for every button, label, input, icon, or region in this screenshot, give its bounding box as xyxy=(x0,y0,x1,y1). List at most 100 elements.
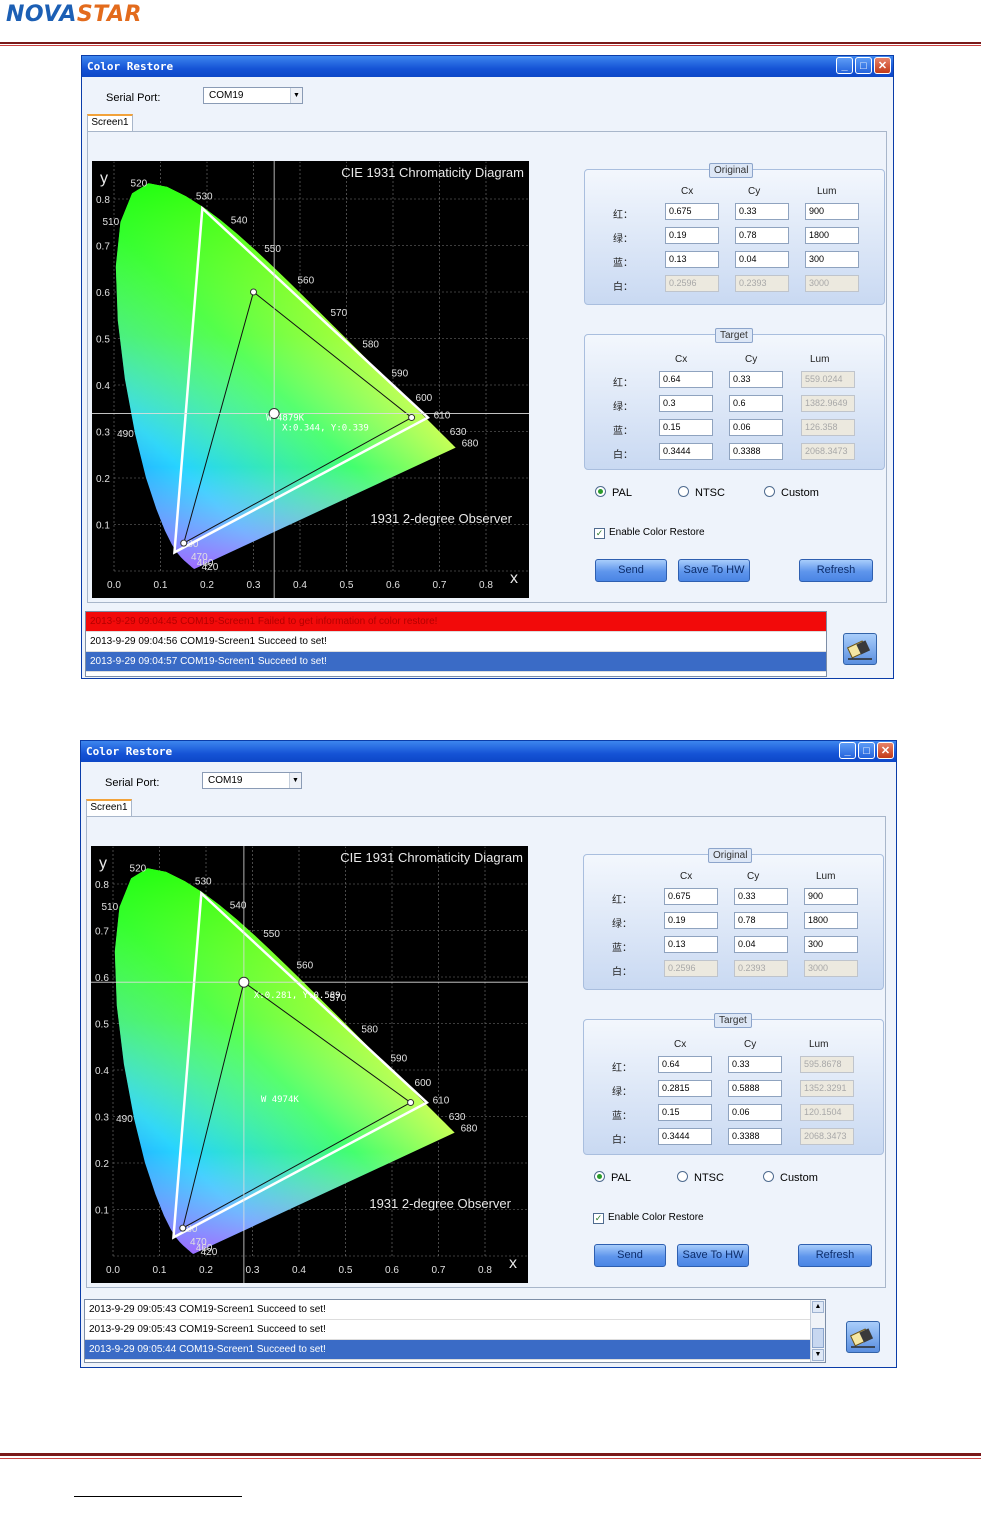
refresh-button[interactable]: Refresh xyxy=(798,1244,872,1267)
standard-radio-group: PAL NTSC Custom xyxy=(583,1171,882,1187)
standard-radio-ntsc[interactable]: NTSC xyxy=(678,486,725,499)
close-icon[interactable]: ✕ xyxy=(874,57,891,74)
serial-port-select[interactable]: COM19 ▼ xyxy=(203,87,303,104)
standard-radio-custom[interactable]: Custom xyxy=(764,486,819,499)
target-cy-field[interactable]: 0.06 xyxy=(728,1104,782,1121)
target-cx-field[interactable]: 0.15 xyxy=(658,1104,712,1121)
target-row-label: 红： xyxy=(612,1063,632,1074)
original-cy-field[interactable]: 0.04 xyxy=(734,936,788,953)
standard-radio-pal[interactable]: PAL xyxy=(595,486,632,499)
title-bar[interactable]: Color Restore _ □ ✕ xyxy=(81,741,896,762)
original-cx-field[interactable]: 0.675 xyxy=(664,888,718,905)
target-lum-field: 559.0244 xyxy=(801,371,855,388)
cursor-coords-label: X:0.344, Y:0.339 xyxy=(282,423,369,433)
target-cy-field[interactable]: 0.5888 xyxy=(728,1080,782,1097)
save-to-hw-button[interactable]: Save To HW xyxy=(677,1244,749,1267)
target-cy-field[interactable]: 0.33 xyxy=(729,371,783,388)
x-tick-label: 0.1 xyxy=(154,580,168,591)
close-icon[interactable]: ✕ xyxy=(877,742,894,759)
original-cy-field[interactable]: 0.78 xyxy=(735,227,789,244)
serial-port-select[interactable]: COM19 ▼ xyxy=(202,772,302,789)
clear-log-button[interactable] xyxy=(843,633,877,665)
log-entry[interactable]: 2013-9-29 09:05:44 COM19-Screen1 Succeed… xyxy=(85,1340,825,1360)
log-scrollbar[interactable]: ▲ ▼ xyxy=(810,1300,825,1362)
enable-color-restore-checkbox[interactable]: ✓ Enable Color Restore xyxy=(593,1212,704,1224)
log-entry[interactable]: 2013-9-29 09:05:43 COM19-Screen1 Succeed… xyxy=(85,1320,825,1340)
log-entry[interactable]: 2013-9-29 09:04:45 COM19-Screen1 Failed … xyxy=(86,612,826,632)
target-primary-point[interactable] xyxy=(250,288,257,296)
target-cx-field[interactable]: 0.15 xyxy=(659,419,713,436)
log-list[interactable]: 2013-9-29 09:05:43 COM19-Screen1 Succeed… xyxy=(84,1299,826,1363)
wavelength-label: 550 xyxy=(264,244,281,255)
original-cx-field[interactable]: 0.13 xyxy=(665,251,719,268)
original-cy-field[interactable]: 0.04 xyxy=(735,251,789,268)
chevron-down-icon[interactable]: ▼ xyxy=(289,773,301,788)
save-to-hw-button[interactable]: Save To HW xyxy=(678,559,750,582)
original-lum-field[interactable]: 300 xyxy=(804,936,858,953)
target-cx-field[interactable]: 0.3 xyxy=(659,395,713,412)
observer-label: 1931 2-degree Observer xyxy=(369,1196,511,1211)
window-title: Color Restore xyxy=(87,60,174,73)
minimize-icon[interactable]: _ xyxy=(836,57,853,74)
scroll-down-icon[interactable]: ▼ xyxy=(812,1349,824,1361)
standard-radio-custom[interactable]: Custom xyxy=(763,1171,818,1184)
clear-log-button[interactable] xyxy=(846,1321,880,1353)
minimize-icon[interactable]: _ xyxy=(839,742,856,759)
scroll-up-icon[interactable]: ▲ xyxy=(812,1301,824,1313)
original-cy-field[interactable]: 0.33 xyxy=(735,203,789,220)
target-row-label: 白： xyxy=(612,1135,632,1146)
target-cx-field[interactable]: 0.64 xyxy=(659,371,713,388)
cie-chromaticity-diagram[interactable]: 0.0 0.1 0.1 0.2 0.2 0.3 0.3 0.4 0.4 0.5 0.5 0.6 0.6 0… xyxy=(91,846,528,1283)
cursor-point[interactable] xyxy=(238,976,250,988)
target-primary-point[interactable] xyxy=(407,1099,415,1107)
y-axis-label: y xyxy=(100,170,108,187)
log-entry[interactable]: 2013-9-29 09:05:43 COM19-Screen1 Succeed… xyxy=(85,1300,825,1320)
original-cy-field[interactable]: 0.33 xyxy=(734,888,788,905)
target-row-label: 绿： xyxy=(612,1087,632,1098)
original-lum-field[interactable]: 300 xyxy=(805,251,859,268)
target-cx-field[interactable]: 0.3444 xyxy=(659,443,713,460)
tab-screen1[interactable]: Screen1 xyxy=(87,114,133,131)
target-primary-point[interactable] xyxy=(408,414,416,422)
original-cx-field[interactable]: 0.19 xyxy=(664,912,718,929)
target-cy-field[interactable]: 0.06 xyxy=(729,419,783,436)
log-entry[interactable]: 2013-9-29 09:04:57 COM19-Screen1 Succeed… xyxy=(86,652,826,672)
log-entry[interactable]: 2013-9-29 09:04:56 COM19-Screen1 Succeed… xyxy=(86,632,826,652)
original-cx-field[interactable]: 0.19 xyxy=(665,227,719,244)
maximize-icon[interactable]: □ xyxy=(858,742,875,759)
target-primary-point[interactable] xyxy=(180,539,188,547)
original-cy-field[interactable]: 0.78 xyxy=(734,912,788,929)
log-list[interactable]: 2013-9-29 09:04:45 COM19-Screen1 Failed … xyxy=(85,611,827,677)
target-cx-field[interactable]: 0.64 xyxy=(658,1056,712,1073)
send-button[interactable]: Send xyxy=(595,559,667,582)
white-point-label: W 4879K xyxy=(266,413,305,423)
refresh-button[interactable]: Refresh xyxy=(799,559,873,582)
standard-radio-ntsc[interactable]: NTSC xyxy=(677,1171,724,1184)
original-lum-field: 3000 xyxy=(804,960,858,977)
target-cy-field[interactable]: 0.6 xyxy=(729,395,783,412)
target-cy-field[interactable]: 0.3388 xyxy=(729,443,783,460)
original-lum-field[interactable]: 1800 xyxy=(805,227,859,244)
original-lum-field[interactable]: 1800 xyxy=(804,912,858,929)
original-lum-field[interactable]: 900 xyxy=(804,888,858,905)
enable-color-restore-checkbox[interactable]: ✓ Enable Color Restore xyxy=(594,527,705,539)
original-cx-field[interactable]: 0.13 xyxy=(664,936,718,953)
target-primary-point[interactable] xyxy=(179,1224,187,1232)
cie-chromaticity-diagram[interactable]: 0.0 0.1 0.1 0.2 0.2 0.3 0.3 0.4 0.4 0.5 0.5 0.6 0.6 0… xyxy=(92,161,529,598)
chevron-down-icon[interactable]: ▼ xyxy=(290,88,302,103)
send-button[interactable]: Send xyxy=(594,1244,666,1267)
standard-radio-pal[interactable]: PAL xyxy=(594,1171,631,1184)
target-group: Target Cx Cy Lum 红： 0.64 0.33 559.0244 绿… xyxy=(584,328,885,470)
target-cx-field[interactable]: 0.2815 xyxy=(658,1080,712,1097)
target-cy-field[interactable]: 0.3388 xyxy=(728,1128,782,1145)
original-lum-field[interactable]: 900 xyxy=(805,203,859,220)
x-tick-label: 0.2 xyxy=(200,580,214,591)
maximize-icon[interactable]: □ xyxy=(855,57,872,74)
tab-screen1[interactable]: Screen1 xyxy=(86,799,132,816)
scroll-thumb[interactable] xyxy=(812,1328,824,1348)
original-cx-field[interactable]: 0.675 xyxy=(665,203,719,220)
target-cx-field[interactable]: 0.3444 xyxy=(658,1128,712,1145)
original-header-lum: Lum xyxy=(816,871,836,882)
title-bar[interactable]: Color Restore _ □ ✕ xyxy=(82,56,893,77)
target-cy-field[interactable]: 0.33 xyxy=(728,1056,782,1073)
